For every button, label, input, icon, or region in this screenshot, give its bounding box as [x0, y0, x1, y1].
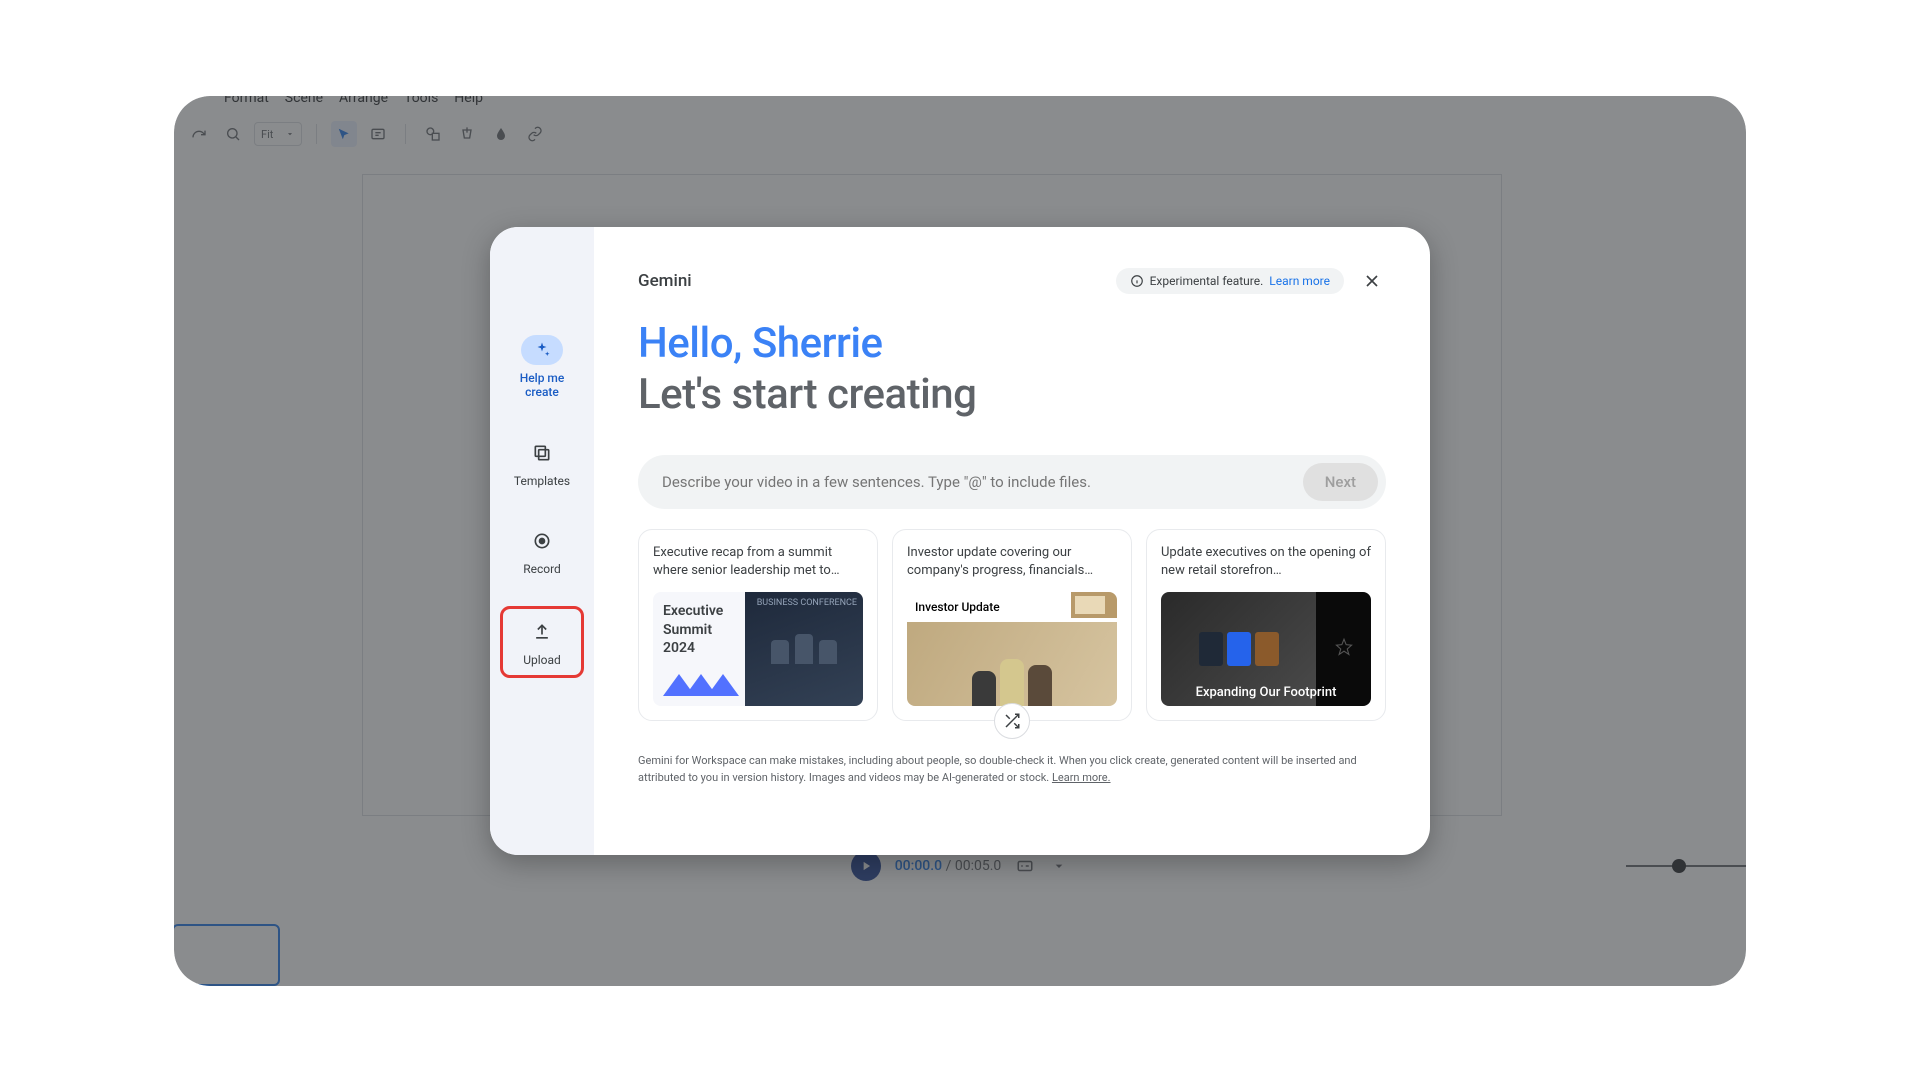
suggestion-card[interactable]: Executive recap from a summit where seni…: [638, 529, 878, 721]
prompt-input[interactable]: [662, 473, 1295, 491]
sidebar-item-help-me-create[interactable]: Help me create: [500, 327, 584, 408]
sidebar-item-record[interactable]: Record: [500, 518, 584, 584]
modal-title: Gemini: [638, 271, 692, 291]
hero: Hello, Sherrie Let's start creating: [638, 319, 1386, 419]
card-thumbnail: Expanding Our Footprint: [1161, 592, 1371, 706]
templates-icon: [521, 438, 563, 468]
suggestion-card[interactable]: Update executives on the opening of new …: [1146, 529, 1386, 721]
sidebar-item-upload[interactable]: Upload: [500, 606, 584, 678]
close-button[interactable]: [1358, 267, 1386, 295]
sidebar-item-label: Templates: [514, 474, 570, 488]
sidebar-item-label: Help me create: [502, 371, 582, 400]
suggestion-cards: Executive recap from a summit where seni…: [638, 529, 1386, 721]
disclaimer-learn-more-link[interactable]: Learn more.: [1052, 771, 1111, 784]
card-thumbnail: Investor Update: [907, 592, 1117, 706]
sidebar-item-label: Record: [523, 562, 561, 576]
card-text: Update executives on the opening of new …: [1161, 544, 1371, 580]
experimental-badge: Experimental feature. Learn more: [1116, 268, 1344, 294]
upload-icon: [521, 617, 563, 647]
suggestion-card[interactable]: Investor update covering our company's p…: [892, 529, 1132, 721]
record-icon: [521, 526, 563, 556]
sidebar-item-templates[interactable]: Templates: [500, 430, 584, 496]
card-text: Investor update covering our company's p…: [907, 544, 1117, 580]
prompt-row: Next: [638, 455, 1386, 509]
modal-main: Gemini Experimental feature. Learn more: [594, 227, 1430, 855]
shuffle-icon: [1003, 712, 1021, 730]
thumb-corner-label: BUSINESS CONFERENCE: [757, 598, 857, 608]
hero-greeting: Hello, Sherrie: [638, 319, 1386, 368]
sidebar-item-label: Upload: [523, 653, 561, 667]
gemini-modal: Help me create Templates Record: [490, 227, 1430, 855]
hero-subtitle: Let's start creating: [638, 370, 1386, 419]
disclaimer: Gemini for Workspace can make mistakes, …: [638, 753, 1386, 786]
thumb-caption: Expanding Our Footprint: [1161, 685, 1371, 700]
modal-header: Gemini Experimental feature. Learn more: [638, 267, 1386, 295]
info-icon: [1130, 274, 1144, 288]
card-thumbnail: Executive Summit 2024 BUSINESS CONFERENC…: [653, 592, 863, 706]
card-text: Executive recap from a summit where seni…: [653, 544, 863, 580]
thumb-title: Executive Summit 2024: [663, 602, 735, 657]
shuffle-button[interactable]: [994, 703, 1030, 739]
app-window: Format Scene Arrange Tools Help Fit: [174, 96, 1746, 986]
sparkle-icon: [521, 335, 563, 365]
thumb-title: Investor Update: [915, 600, 1000, 614]
next-button[interactable]: Next: [1303, 463, 1378, 501]
modal-sidebar: Help me create Templates Record: [490, 227, 594, 855]
close-icon: [1362, 271, 1382, 291]
modal-overlay: Help me create Templates Record: [174, 96, 1746, 986]
experimental-learn-more-link[interactable]: Learn more: [1269, 274, 1330, 288]
